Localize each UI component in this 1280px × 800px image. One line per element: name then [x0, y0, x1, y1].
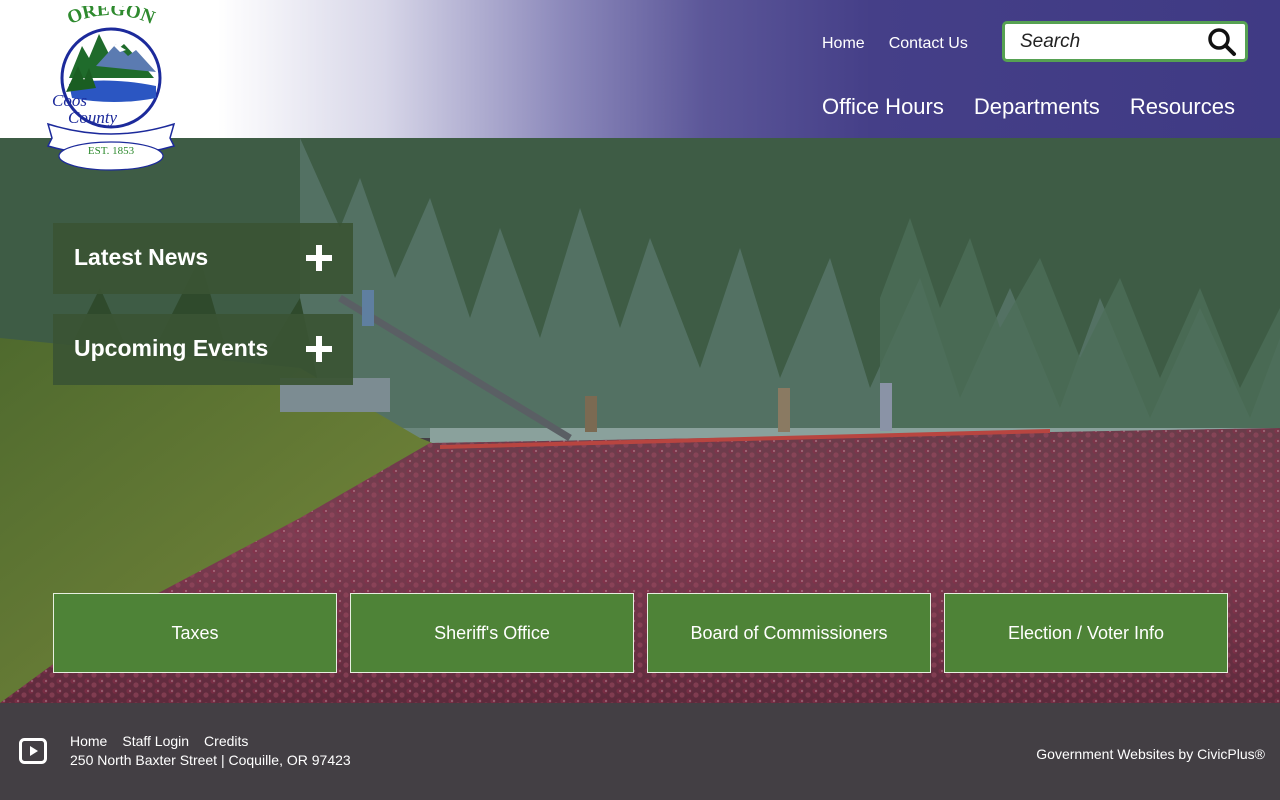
civicplus-credit-link[interactable]: Government Websites by CivicPlus®: [1036, 746, 1265, 762]
nav-resources[interactable]: Resources: [1130, 94, 1235, 120]
logo-established: EST. 1853: [88, 145, 135, 157]
search-box: [1002, 21, 1248, 62]
logo-county-line2: County: [68, 108, 118, 127]
plus-icon: [306, 245, 332, 271]
staff-login-link[interactable]: Staff Login: [122, 733, 189, 749]
main-nav: Office Hours Departments Resources: [822, 94, 1235, 120]
search-icon[interactable]: [1207, 27, 1237, 57]
nav-office-hours[interactable]: Office Hours: [822, 94, 944, 120]
utility-nav: Home Contact Us: [822, 35, 968, 53]
board-of-commissioners-button[interactable]: Board of Commissioners: [647, 593, 931, 673]
latest-news-label: Latest News: [74, 244, 209, 270]
site-footer: Home Staff Login Credits 250 North Baxte…: [0, 703, 1280, 800]
footer-links: Home Staff Login Credits: [70, 733, 248, 749]
county-logo[interactable]: OREGON Coos County EST. 1853: [44, 6, 178, 172]
logo-state-text: OREGON: [64, 6, 158, 29]
home-link[interactable]: Home: [822, 35, 865, 53]
taxes-button[interactable]: Taxes: [53, 593, 337, 673]
upcoming-events-accordion[interactable]: Upcoming Events: [53, 314, 353, 385]
site-header: Home Contact Us Office Hours Departments…: [0, 0, 1280, 138]
election-voter-info-button[interactable]: Election / Voter Info: [944, 593, 1228, 673]
upcoming-events-label: Upcoming Events: [74, 335, 269, 361]
latest-news-accordion[interactable]: Latest News: [53, 223, 353, 294]
contact-us-link[interactable]: Contact Us: [889, 35, 968, 53]
youtube-icon[interactable]: [19, 738, 47, 764]
quick-links: Taxes Sheriff's Office Board of Commissi…: [53, 593, 1228, 673]
search-input[interactable]: [1005, 24, 1195, 59]
sheriffs-office-button[interactable]: Sheriff's Office: [350, 593, 634, 673]
footer-home-link[interactable]: Home: [70, 733, 107, 749]
credits-link[interactable]: Credits: [204, 733, 248, 749]
nav-departments[interactable]: Departments: [974, 94, 1100, 120]
footer-address: 250 North Baxter Street | Coquille, OR 9…: [70, 752, 351, 768]
plus-icon: [306, 336, 332, 362]
